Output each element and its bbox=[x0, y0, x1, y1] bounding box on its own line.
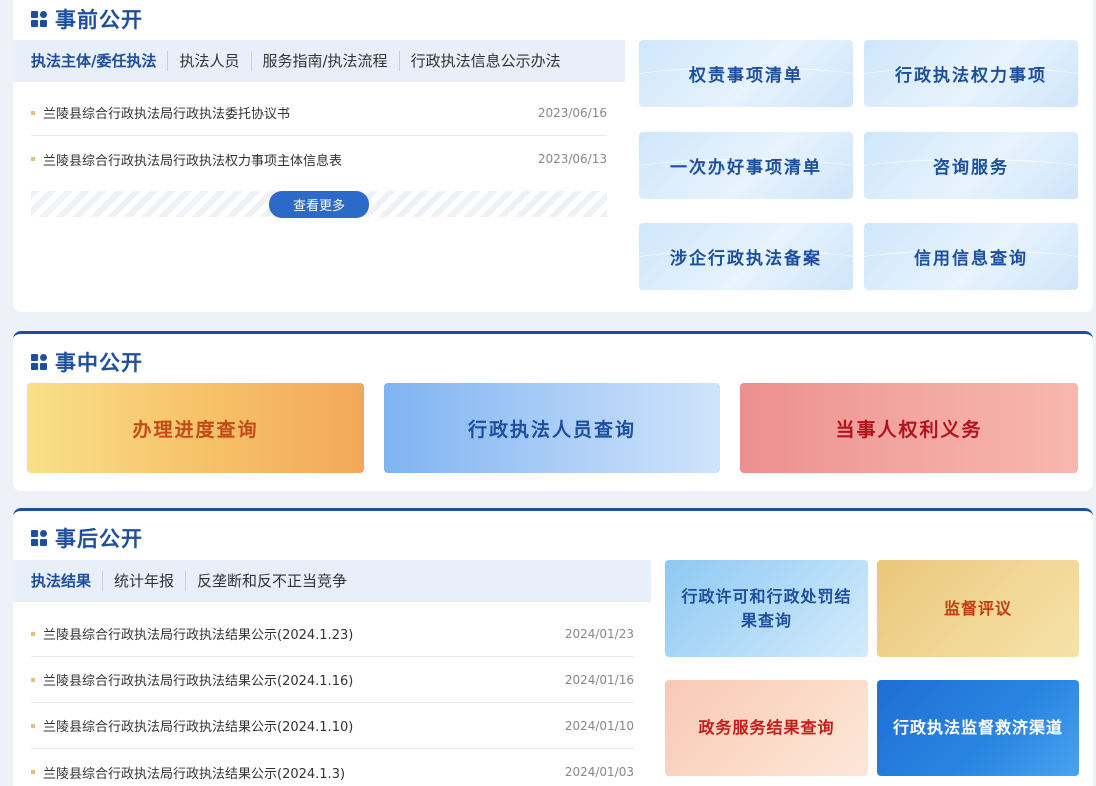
news-title[interactable]: 兰陵县综合行政执法局行政执法结果公示(2024.1.23) bbox=[31, 624, 353, 643]
tab-after-results[interactable]: 执法结果 bbox=[31, 571, 104, 591]
news-title[interactable]: 兰陵县综合行政执法局行政执法结果公示(2024.1.16) bbox=[31, 670, 353, 689]
tile-permit-penalty-query[interactable]: 行政许可和行政处罚结果查询 bbox=[665, 560, 868, 657]
news-date: 2024/01/23 bbox=[564, 626, 634, 641]
grid-icon bbox=[31, 11, 47, 27]
tile-rights-obligations[interactable]: 当事人权利义务 bbox=[740, 383, 1078, 473]
after-tabbar: 执法结果 统计年报 反垄断和反不正当竞争 bbox=[13, 560, 651, 602]
tab-before-subject[interactable]: 执法主体/委任执法 bbox=[31, 51, 169, 71]
news-title[interactable]: 兰陵县综合行政执法局行政执法权力事项主体信息表 bbox=[31, 150, 342, 169]
tile-staff-query[interactable]: 行政执法人员查询 bbox=[384, 383, 720, 473]
section-before: 事前公开 执法主体/委任执法 执法人员 服务指南/执法流程 行政执法信息公示办法… bbox=[13, 0, 1093, 312]
section-before-header: 事前公开 bbox=[31, 4, 143, 34]
tab-after-antimonopoly[interactable]: 反垄断和反不正当竞争 bbox=[186, 571, 358, 591]
before-tabbar: 执法主体/委任执法 执法人员 服务指南/执法流程 行政执法信息公示办法 bbox=[13, 40, 625, 82]
after-news-list: 兰陵县综合行政执法局行政执法结果公示(2024.1.23) 2024/01/23… bbox=[31, 611, 634, 786]
news-title[interactable]: 兰陵县综合行政执法局行政执法委托协议书 bbox=[31, 103, 290, 122]
tile-consulting[interactable]: 咨询服务 bbox=[864, 132, 1078, 199]
tile-relief-channel[interactable]: 行政执法监督救济渠道 bbox=[877, 680, 1079, 776]
section-during: 事中公开 办理进度查询 行政执法人员查询 当事人权利义务 bbox=[13, 331, 1093, 491]
news-date: 2023/06/16 bbox=[537, 105, 607, 120]
list-item[interactable]: 兰陵县综合行政执法局行政执法结果公示(2024.1.16) 2024/01/16 bbox=[31, 657, 634, 703]
news-title[interactable]: 兰陵县综合行政执法局行政执法结果公示(2024.1.10) bbox=[31, 716, 353, 735]
grid-icon bbox=[31, 354, 47, 370]
section-before-title: 事前公开 bbox=[55, 8, 143, 32]
news-title[interactable]: 兰陵县综合行政执法局行政执法结果公示(2024.1.3) bbox=[31, 763, 345, 782]
tile-responsibility-list[interactable]: 权责事项清单 bbox=[639, 40, 853, 107]
news-date: 2023/06/13 bbox=[537, 152, 607, 166]
tab-before-guide[interactable]: 服务指南/执法流程 bbox=[252, 51, 400, 71]
list-item[interactable]: 兰陵县综合行政执法局行政执法权力事项主体信息表 2023/06/13 bbox=[31, 136, 607, 182]
tile-progress-query[interactable]: 办理进度查询 bbox=[27, 383, 364, 473]
grid-icon bbox=[31, 530, 47, 546]
tile-credit-query[interactable]: 信用信息查询 bbox=[864, 223, 1078, 290]
news-date: 2024/01/16 bbox=[564, 672, 634, 687]
news-date: 2024/01/10 bbox=[564, 718, 634, 733]
list-item[interactable]: 兰陵县综合行政执法局行政执法结果公示(2024.1.23) 2024/01/23 bbox=[31, 611, 634, 657]
section-after: 事后公开 执法结果 统计年报 反垄断和反不正当竞争 兰陵县综合行政执法局行政执法… bbox=[13, 508, 1093, 786]
more-bar: 查看更多 bbox=[31, 190, 607, 218]
tile-supervision-review[interactable]: 监督评议 bbox=[877, 560, 1079, 657]
before-news-list: 兰陵县综合行政执法局行政执法委托协议书 2023/06/16 兰陵县综合行政执法… bbox=[31, 90, 607, 182]
tab-after-stats[interactable]: 统计年报 bbox=[103, 571, 187, 591]
section-during-header: 事中公开 bbox=[31, 347, 143, 377]
tile-power-items[interactable]: 行政执法权力事项 bbox=[864, 40, 1078, 107]
tab-before-rules[interactable]: 行政执法信息公示办法 bbox=[400, 51, 572, 71]
list-item[interactable]: 兰陵县综合行政执法局行政执法结果公示(2024.1.3) 2024/01/03 bbox=[31, 749, 634, 786]
section-after-title: 事后公开 bbox=[55, 527, 143, 551]
list-item[interactable]: 兰陵县综合行政执法局行政执法委托协议书 2023/06/16 bbox=[31, 90, 607, 136]
tile-one-stop-list[interactable]: 一次办好事项清单 bbox=[639, 132, 853, 199]
tab-before-staff[interactable]: 执法人员 bbox=[168, 51, 252, 71]
tile-service-result-query[interactable]: 政务服务结果查询 bbox=[665, 680, 868, 776]
section-during-title: 事中公开 bbox=[55, 351, 143, 375]
section-after-header: 事后公开 bbox=[31, 523, 143, 553]
news-date: 2024/01/03 bbox=[564, 765, 634, 779]
view-more-button[interactable]: 查看更多 bbox=[268, 190, 369, 218]
tile-enterprise-filing[interactable]: 涉企行政执法备案 bbox=[639, 223, 853, 290]
list-item[interactable]: 兰陵县综合行政执法局行政执法结果公示(2024.1.10) 2024/01/10 bbox=[31, 703, 634, 749]
